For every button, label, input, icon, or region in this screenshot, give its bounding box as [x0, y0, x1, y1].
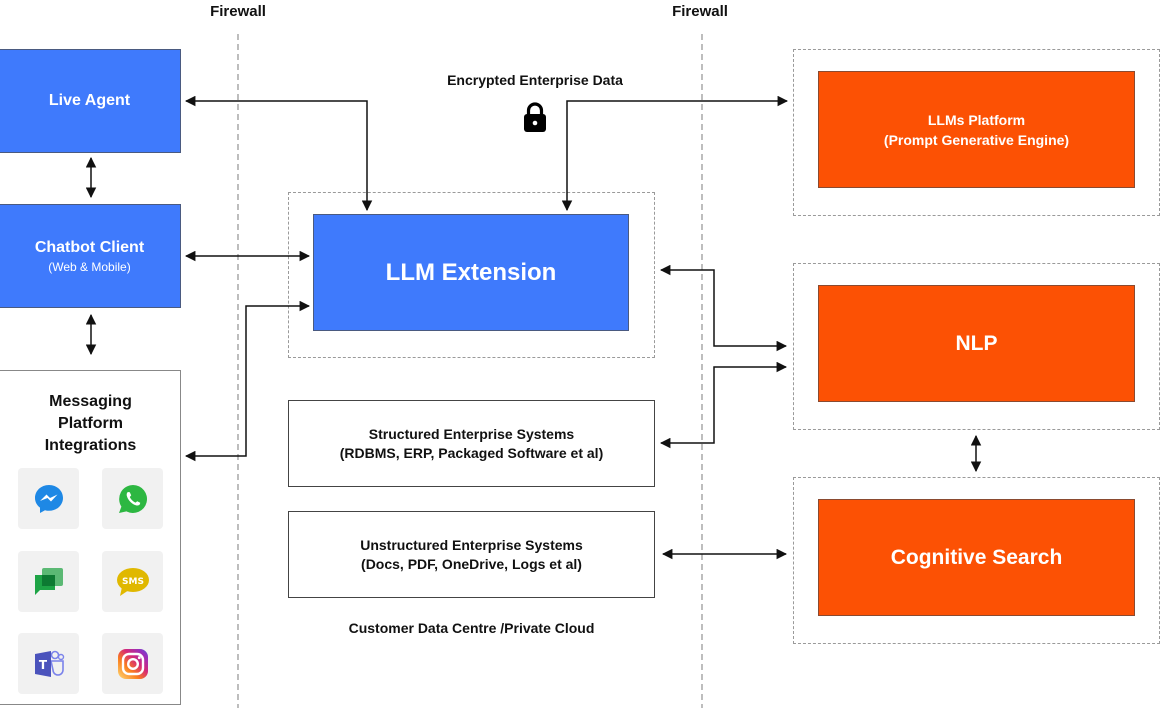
whatsapp-icon	[118, 484, 147, 513]
nlp-node[interactable]: NLP	[818, 285, 1135, 402]
sms-tile[interactable]: SMS	[102, 551, 163, 612]
messenger-icon	[34, 484, 63, 513]
teams-icon: T	[34, 650, 64, 677]
firewall-label-right: Firewall	[672, 3, 728, 20]
live-agent-node[interactable]: Live Agent	[0, 49, 181, 153]
llm-extension-title: LLM Extension	[385, 258, 557, 286]
chatbot-client-title: Chatbot Client	[34, 238, 145, 256]
encrypted-data-label: Encrypted Enterprise Data	[447, 72, 623, 88]
llms-platform-title: LLMs Platform	[927, 111, 1026, 128]
structured-systems-node[interactable]: Structured Enterprise Systems (RDBMS, ER…	[288, 400, 655, 487]
whatsapp-tile[interactable]	[102, 468, 163, 529]
llms-platform-node[interactable]: LLMs Platform (Prompt Generative Engine)	[818, 71, 1135, 188]
data-centre-label: Customer Data Centre /Private Cloud	[348, 620, 595, 636]
teams-tile[interactable]: T	[18, 633, 79, 694]
messaging-title-line-1: Messaging	[49, 393, 132, 410]
connector-structured-nlp	[659, 361, 788, 449]
svg-text:T: T	[38, 658, 47, 672]
firewall-label-left: Firewall	[210, 3, 266, 20]
instagram-icon	[117, 648, 148, 679]
messaging-title-line-2: Platform	[58, 415, 123, 432]
cognitive-search-node[interactable]: Cognitive Search	[818, 499, 1135, 616]
instagram-tile[interactable]	[102, 633, 163, 694]
llm-extension-node[interactable]: LLM Extension	[313, 214, 629, 331]
chatbot-client-node[interactable]: Chatbot Client (Web & Mobile)	[0, 204, 181, 308]
connector-llm-ext-nlp	[659, 264, 788, 352]
messaging-title-line-3: Integrations	[44, 437, 137, 454]
svg-text:SMS: SMS	[122, 577, 144, 587]
unstructured-systems-subtitle: (Docs, PDF, OneDrive, Logs et al)	[361, 556, 582, 572]
google-chat-tile[interactable]	[18, 551, 79, 612]
messaging-integrations-node[interactable]: Messaging Platform Integrations SMS T	[0, 370, 181, 705]
lock-icon	[524, 102, 546, 132]
google-chat-icon	[34, 567, 63, 595]
cognitive-search-title: Cognitive Search	[890, 545, 1063, 569]
messenger-tile[interactable]	[18, 468, 79, 529]
messaging-title: Messaging Platform Integrations	[0, 391, 181, 457]
nlp-title: NLP	[955, 331, 998, 355]
llms-platform-subtitle: (Prompt Generative Engine)	[883, 131, 1070, 148]
chatbot-client-subtitle: (Web & Mobile)	[48, 259, 131, 274]
live-agent-title: Live Agent	[48, 92, 131, 109]
sms-icon: SMS	[116, 567, 149, 596]
structured-systems-subtitle: (RDBMS, ERP, Packaged Software et al)	[339, 445, 604, 461]
structured-systems-title: Structured Enterprise Systems	[368, 426, 575, 442]
unstructured-systems-title: Unstructured Enterprise Systems	[360, 537, 583, 553]
unstructured-systems-node[interactable]: Unstructured Enterprise Systems (Docs, P…	[288, 511, 655, 598]
